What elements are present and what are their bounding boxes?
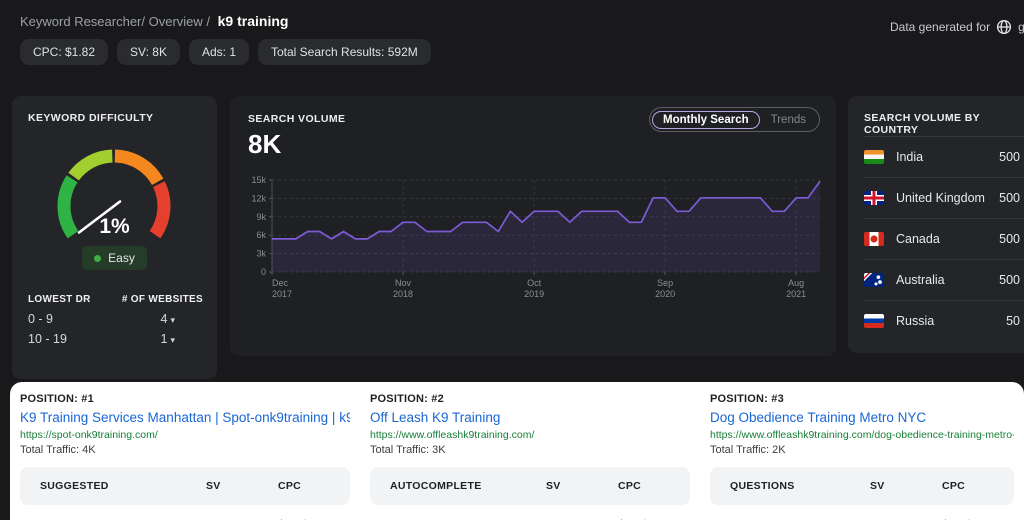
country-row-united-kingdom: United Kingdom 500 <box>864 177 1024 218</box>
data-generated-for: Data generated for g <box>890 19 1024 35</box>
svg-text:2017: 2017 <box>272 289 292 299</box>
position-label: POSITION: #3 <box>710 393 1014 405</box>
position-traffic: Total Traffic: 2K <box>710 444 1014 456</box>
australia-flag-icon <box>864 273 884 287</box>
position-label: POSITION: #2 <box>370 393 690 405</box>
position-title-link[interactable]: Dog Obedience Training Metro NYC <box>710 410 1014 425</box>
svg-text:Oct: Oct <box>527 278 542 288</box>
svg-text:12k: 12k <box>251 193 266 203</box>
dr-row-0-9: 0 - 9 4▾ <box>28 312 203 326</box>
position-traffic: Total Traffic: 4K <box>20 444 350 456</box>
svg-text:2018: 2018 <box>393 289 413 299</box>
country-list: India 500 United Kingdom 500 Canada 500 … <box>864 136 1024 341</box>
badge-dot-icon <box>94 255 101 262</box>
lowest-dr-header: LOWEST DR <box>28 294 91 305</box>
dr-count-dropdown[interactable]: 4▾ <box>161 312 203 326</box>
table-row: how do i train for k9 0 $0 <box>710 505 1014 520</box>
position-1-column: POSITION: #1 K9 Training Services Manhat… <box>10 382 360 520</box>
chip-sv: SV: 8K <box>117 39 180 65</box>
chevron-down-icon: ▾ <box>170 315 175 325</box>
russia-flag-icon <box>864 314 884 328</box>
breadcrumb-keyword: k9 training <box>218 13 289 29</box>
svg-text:Nov: Nov <box>395 278 412 288</box>
position-url: https://www.offleashk9training.com/ <box>370 429 690 441</box>
table-row: k9 training 8K $2 <box>370 505 690 520</box>
dr-range: 0 - 9 <box>28 312 53 326</box>
svg-text:9k: 9k <box>256 212 266 222</box>
difficulty-badge-label: Easy <box>108 251 135 265</box>
dr-row-10-19: 10 - 19 1▾ <box>28 332 203 346</box>
breadcrumb[interactable]: Keyword Researcher/ Overview / k9 traini… <box>20 13 288 29</box>
generated-for-label: Data generated for <box>890 20 990 34</box>
svg-text:2021: 2021 <box>786 289 806 299</box>
generated-domain[interactable]: g <box>1018 20 1024 34</box>
svg-text:Aug: Aug <box>788 278 804 288</box>
svg-text:3k: 3k <box>256 249 266 259</box>
svg-text:Dec: Dec <box>272 278 289 288</box>
position-title-link[interactable]: K9 Training Services Manhattan | Spot-on… <box>20 410 350 425</box>
questions-table-header: QUESTIONS SV CPC <box>710 467 1014 505</box>
svg-text:Sep: Sep <box>657 278 673 288</box>
difficulty-badge: Easy <box>82 246 147 270</box>
gauge-orange-segment <box>115 156 158 182</box>
search-volume-chart[interactable]: 03k6k9k12k15kDec2017Nov2018Oct2019Sep202… <box>244 172 826 312</box>
position-url: https://www.offleashk9training.com/dog-o… <box>710 429 1014 441</box>
country-row-russia: Russia 50 <box>864 300 1024 341</box>
keyword-difficulty-card: KEYWORD DIFFICULTY 1% Easy LOWEST DR # O… <box>12 96 217 379</box>
country-row-australia: Australia 500 <box>864 259 1024 300</box>
keyword-stat-chips: CPC: $1.82 SV: 8K Ads: 1 Total Search Re… <box>20 39 431 65</box>
tab-monthly-search[interactable]: Monthly Search <box>652 111 760 129</box>
position-2-column: POSITION: #2 Off Leash K9 Training https… <box>360 382 700 520</box>
by-country-title: SEARCH VOLUME BY COUNTRY <box>864 112 1014 136</box>
search-volume-value: 8K <box>248 129 281 160</box>
table-row: k9 training 8K $2 <box>20 505 350 520</box>
autocomplete-table-header: AUTOCOMPLETE SV CPC <box>370 467 690 505</box>
canada-flag-icon <box>864 232 884 246</box>
position-traffic: Total Traffic: 3K <box>370 444 690 456</box>
serp-positions-panel: POSITION: #1 K9 Training Services Manhat… <box>10 382 1024 520</box>
india-flag-icon <box>864 150 884 164</box>
chevron-down-icon: ▾ <box>170 335 175 345</box>
search-volume-by-country-card: SEARCH VOLUME BY COUNTRY India 500 Unite… <box>848 96 1024 353</box>
svg-text:2019: 2019 <box>524 289 544 299</box>
search-volume-card: SEARCH VOLUME Monthly Search Trends 8K 0… <box>230 96 836 356</box>
svg-text:2020: 2020 <box>655 289 675 299</box>
svg-text:6k: 6k <box>256 230 266 240</box>
num-websites-header: # OF WEBSITES <box>122 294 203 305</box>
tab-trends[interactable]: Trends <box>760 112 817 128</box>
difficulty-value: 1% <box>12 215 217 239</box>
suggested-table-header: SUGGESTED SV CPC <box>20 467 350 505</box>
position-3-column: POSITION: #3 Dog Obedience Training Metr… <box>700 382 1024 520</box>
country-row-canada: Canada 500 <box>864 218 1024 259</box>
search-volume-title: SEARCH VOLUME <box>248 113 345 125</box>
globe-icon <box>996 19 1012 35</box>
dr-range: 10 - 19 <box>28 332 67 346</box>
country-row-india: India 500 <box>864 136 1024 177</box>
position-url: https://spot-onk9training.com/ <box>20 429 350 441</box>
united-kingdom-flag-icon <box>864 191 884 205</box>
breadcrumb-path[interactable]: Keyword Researcher/ Overview / <box>20 14 210 29</box>
keyword-overview-page: Keyword Researcher/ Overview / k9 traini… <box>0 0 1024 520</box>
svg-text:0: 0 <box>261 267 266 277</box>
chip-ads: Ads: 1 <box>189 39 249 65</box>
keyword-difficulty-title: KEYWORD DIFFICULTY <box>28 112 153 124</box>
gauge-lime-segment <box>74 156 113 177</box>
chart-mode-toggle: Monthly Search Trends <box>649 107 820 132</box>
chip-total-results: Total Search Results: 592M <box>258 39 431 65</box>
svg-text:15k: 15k <box>251 175 266 185</box>
position-title-link[interactable]: Off Leash K9 Training <box>370 410 690 425</box>
lowest-dr-table: LOWEST DR # OF WEBSITES 0 - 9 4▾ 10 - 19… <box>28 294 203 352</box>
dr-count-dropdown[interactable]: 1▾ <box>161 332 203 346</box>
chip-cpc: CPC: $1.82 <box>20 39 108 65</box>
position-label: POSITION: #1 <box>20 393 350 405</box>
